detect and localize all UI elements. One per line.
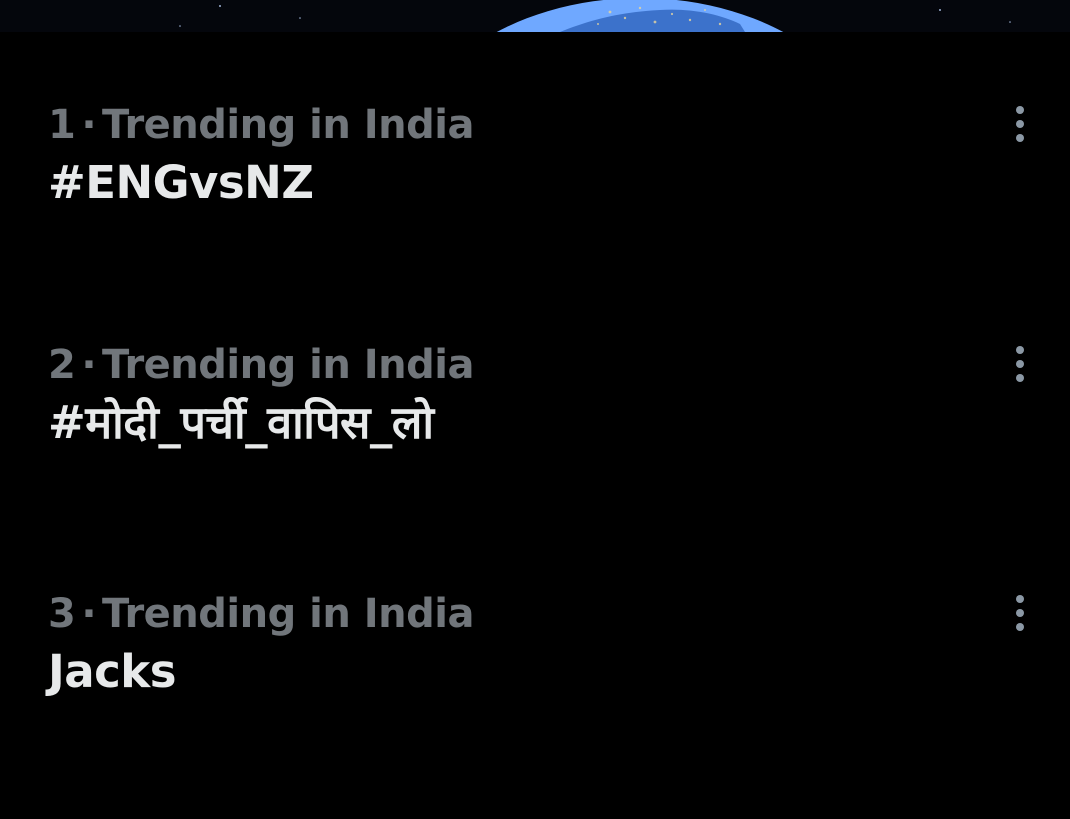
separator-dot: · (81, 102, 97, 148)
trend-item-1[interactable]: 1 · Trending in India #ENGvsNZ (0, 100, 1070, 330)
more-vertical-icon[interactable] (1000, 344, 1040, 384)
trend-meta: 2 · Trending in India (48, 340, 474, 390)
trend-item-3[interactable]: 3 · Trending in India Jacks (0, 589, 1070, 819)
more-vertical-icon[interactable] (1000, 104, 1040, 144)
separator-dot: · (81, 591, 97, 637)
trend-rank: 2 (48, 342, 76, 388)
more-vertical-icon[interactable] (1000, 593, 1040, 633)
trend-meta: 3 · Trending in India (48, 589, 474, 639)
trend-context: Trending in India (102, 342, 474, 388)
trend-context: Trending in India (102, 591, 474, 637)
header-banner-image (0, 0, 1070, 32)
trend-context: Trending in India (102, 102, 474, 148)
trend-topic[interactable]: Jacks (48, 644, 177, 700)
trend-topic[interactable]: #मोदी_पर्ची_वापिस_लो (48, 395, 434, 451)
trend-topic[interactable]: #ENGvsNZ (48, 155, 314, 211)
separator-dot: · (81, 342, 97, 388)
earth-image (0, 0, 1070, 32)
trend-meta: 1 · Trending in India (48, 100, 474, 150)
trend-rank: 3 (48, 591, 76, 637)
trend-item-2[interactable]: 2 · Trending in India #मोदी_पर्ची_वापिस_लो (0, 340, 1070, 570)
trend-rank: 1 (48, 102, 76, 148)
